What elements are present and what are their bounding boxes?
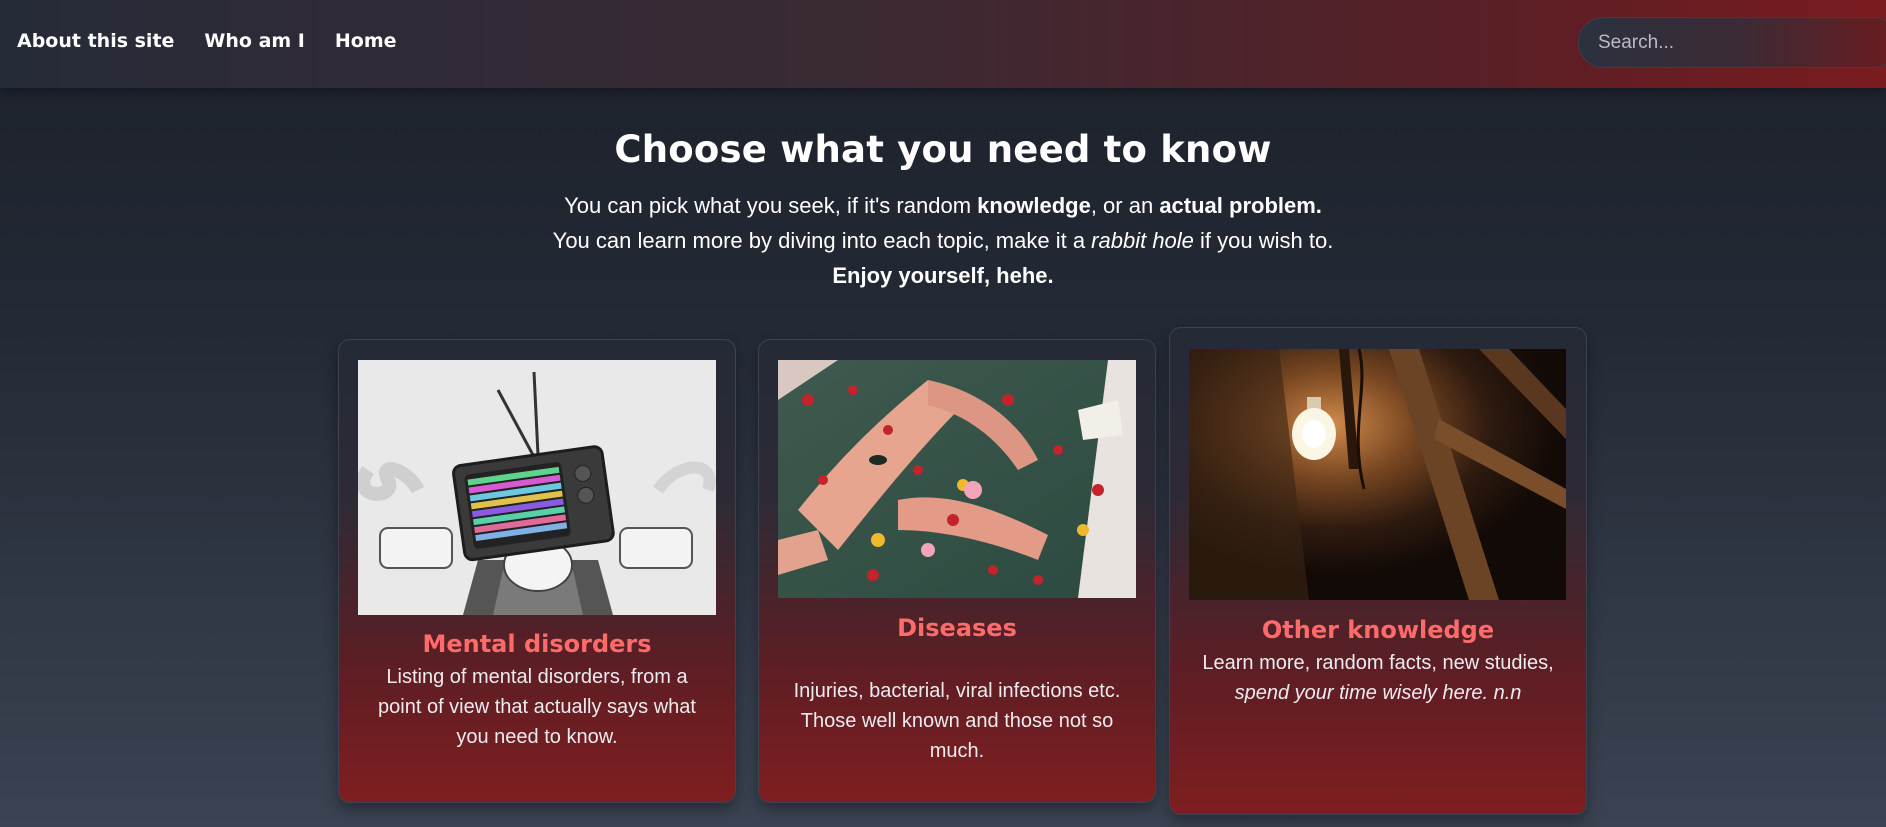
bathtub-flowers-photo-icon xyxy=(778,360,1136,598)
card-image-bathtub xyxy=(778,360,1136,598)
nav-links: About this site Who am I Home xyxy=(17,30,397,52)
hero-enjoy-emphasis: Enjoy yourself, hehe. xyxy=(832,263,1054,288)
nav-link-home[interactable]: Home xyxy=(335,30,397,52)
card-title-mental-disorders[interactable]: Mental disorders xyxy=(339,630,735,658)
hero-line-2-part-c: if you wish to. xyxy=(1193,228,1334,253)
card-mental-disorders[interactable]: Mental disorders Listing of mental disor… xyxy=(338,339,736,803)
hero-line-2: You can learn more by diving into each t… xyxy=(0,223,1886,258)
top-navbar: About this site Who am I Home xyxy=(0,0,1886,88)
hero-intro: You can pick what you seek, if it's rand… xyxy=(0,188,1886,293)
card-desc-other-knowledge-emphasis: spend your time wisely here. n.n xyxy=(1234,682,1522,704)
hero-rabbit-hole-emphasis: rabbit hole xyxy=(1091,228,1194,253)
card-desc-other-knowledge: Learn more, random facts, new studies, s… xyxy=(1170,648,1586,708)
search-input[interactable] xyxy=(1578,17,1886,68)
card-diseases[interactable]: Diseases Injuries, bacterial, viral infe… xyxy=(758,339,1156,803)
hero-line-1-part-c: , or an xyxy=(1090,193,1160,218)
hero-problem-emphasis: actual problem. xyxy=(1159,193,1322,218)
lightbulb-attic-photo-icon xyxy=(1189,349,1566,600)
page-title: Choose what you need to know xyxy=(614,128,1272,171)
hero-section: Choose what you need to know You can pic… xyxy=(0,128,1886,293)
card-image-lightbulb xyxy=(1189,349,1566,600)
hero-line-1-part-a: You can pick what you seek, if it's rand… xyxy=(564,193,978,218)
card-desc-diseases: Injuries, bacterial, viral infections et… xyxy=(793,680,1121,762)
hero-line-3: Enjoy yourself, hehe. xyxy=(0,258,1886,293)
card-other-knowledge[interactable]: Other knowledge Learn more, random facts… xyxy=(1169,327,1587,815)
card-title-diseases[interactable]: Diseases xyxy=(759,614,1155,642)
nav-link-about[interactable]: About this site xyxy=(17,30,174,52)
card-image-tv-head xyxy=(358,360,716,615)
nav-link-who-am-i[interactable]: Who am I xyxy=(204,30,304,52)
hero-line-2-part-a: You can learn more by diving into each t… xyxy=(552,228,1092,253)
card-desc-mental-disorders: Listing of mental disorders, from a poin… xyxy=(378,666,696,748)
hero-line-1: You can pick what you seek, if it's rand… xyxy=(0,188,1886,223)
card-title-other-knowledge[interactable]: Other knowledge xyxy=(1170,616,1586,644)
card-desc-other-knowledge-part-a: Learn more, random facts, new studies, xyxy=(1202,652,1554,674)
hero-knowledge-emphasis: knowledge xyxy=(977,193,1091,218)
tv-head-illustration-icon xyxy=(358,360,716,615)
